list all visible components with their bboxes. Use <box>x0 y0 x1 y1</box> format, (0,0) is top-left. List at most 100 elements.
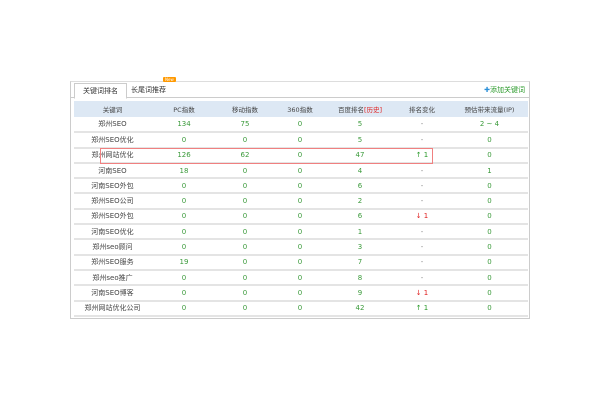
baidu-rank-cell: 6 <box>327 208 393 226</box>
mobile-index-cell: 0 <box>217 239 273 256</box>
keyword-cell: 河南SEO外包 <box>74 178 151 195</box>
mobile-index-cell: 0 <box>217 285 273 302</box>
360-index-cell: 0 <box>273 269 327 287</box>
table-row: 郑州seo顾问 0 0 0 3-0 <box>74 239 528 256</box>
360-index-cell: 0 <box>273 224 327 241</box>
column-header: 360指数 <box>273 101 327 117</box>
table-row: 郑州网站优化公司 0 0 0 42 ↑ 10 <box>74 300 528 317</box>
column-header: 关键词 <box>74 101 151 117</box>
highlighted-row-outline <box>100 148 433 164</box>
mobile-index-cell: 0 <box>217 300 273 317</box>
pc-index-cell: 0 <box>151 208 217 226</box>
360-index-cell: 0 <box>273 162 327 180</box>
rank-change-cell: - <box>393 224 451 241</box>
add-keyword-button[interactable]: ✚添加关键词 <box>484 85 525 95</box>
traffic-cell: 0 <box>451 208 528 226</box>
column-header-label: 移动指数 <box>232 106 258 114</box>
column-header-label: 排名变化 <box>409 106 435 114</box>
mobile-index-cell: 0 <box>217 224 273 241</box>
baidu-rank-cell: 3 <box>327 239 393 256</box>
pc-index-cell: 134 <box>151 117 217 134</box>
column-header: 百度排名[历史] <box>327 101 393 117</box>
table-row: 河南SEO优化 0 0 0 1-0 <box>74 224 528 241</box>
rank-change-cell: - <box>393 193 451 210</box>
column-header: 预估带来流量(IP) <box>451 101 528 117</box>
360-index-cell: 0 <box>273 254 327 271</box>
360-index-cell: 0 <box>273 117 327 134</box>
traffic-cell: 2 ~ 4 <box>451 117 528 134</box>
baidu-rank-cell: 5 <box>327 132 393 149</box>
mobile-index-cell: 0 <box>217 132 273 149</box>
360-index-cell: 0 <box>273 285 327 302</box>
history-link[interactable]: [历史] <box>364 106 382 114</box>
keyword-ranking-panel: 关键词排名 长尾词推荐 New ✚添加关键词 关键词 PC指数 移动指数 360指数 百… <box>70 77 530 319</box>
mobile-index-cell: 0 <box>217 208 273 226</box>
baidu-rank-cell: 4 <box>327 162 393 180</box>
pc-index-cell: 0 <box>151 300 217 317</box>
baidu-rank-cell: 2 <box>327 193 393 210</box>
add-keyword-label: 添加关键词 <box>490 86 525 94</box>
tab-bar: 关键词排名 长尾词推荐 New ✚添加关键词 <box>71 77 529 99</box>
keyword-cell: 郑州SEO外包 <box>74 208 151 226</box>
baidu-rank-cell: 7 <box>327 254 393 271</box>
pc-index-cell: 0 <box>151 224 217 241</box>
baidu-rank-cell: 9 <box>327 285 393 302</box>
rank-change-cell: - <box>393 117 451 134</box>
pc-index-cell: 0 <box>151 178 217 195</box>
rank-change-cell: - <box>393 132 451 149</box>
tab-longtail-recommend[interactable]: 长尾词推荐 <box>123 83 174 98</box>
table-row: 河南SEO博客 0 0 0 9 ↓ 10 <box>74 285 528 302</box>
traffic-cell: 0 <box>451 254 528 271</box>
pc-index-cell: 0 <box>151 193 217 210</box>
rank-change-cell: ↓ 1 <box>393 208 451 226</box>
rank-change-cell: - <box>393 269 451 287</box>
traffic-cell: 0 <box>451 224 528 241</box>
keyword-cell: 郑州SEO <box>74 117 151 134</box>
column-header-label: 预估带来流量(IP) <box>464 106 515 114</box>
mobile-index-cell: 0 <box>217 254 273 271</box>
rank-change-cell: - <box>393 239 451 256</box>
mobile-index-cell: 0 <box>217 269 273 287</box>
rank-change-cell: ↑ 1 <box>393 300 451 317</box>
traffic-cell: 0 <box>451 147 528 164</box>
pc-index-cell: 0 <box>151 239 217 256</box>
baidu-rank-cell: 5 <box>327 117 393 134</box>
keyword-cell: 郑州SEO优化 <box>74 132 151 149</box>
baidu-rank-cell: 1 <box>327 224 393 241</box>
traffic-cell: 0 <box>451 239 528 256</box>
keyword-cell: 郑州seo顾问 <box>74 239 151 256</box>
traffic-cell: 0 <box>451 300 528 317</box>
360-index-cell: 0 <box>273 208 327 226</box>
rank-change-cell: - <box>393 178 451 195</box>
tab-keyword-ranking[interactable]: 关键词排名 <box>74 83 127 99</box>
pc-index-cell: 0 <box>151 132 217 149</box>
baidu-rank-cell: 8 <box>327 269 393 287</box>
traffic-cell: 0 <box>451 193 528 210</box>
keyword-cell: 河南SEO优化 <box>74 224 151 241</box>
360-index-cell: 0 <box>273 132 327 149</box>
table-row: 郑州seo推广 0 0 0 8-0 <box>74 269 528 287</box>
table-row: 河南SEO 18 0 0 4-1 <box>74 162 528 180</box>
column-header: 移动指数 <box>217 101 273 117</box>
table-row: 郑州SEO公司 0 0 0 2-0 <box>74 193 528 210</box>
table-row: 郑州SEO优化 0 0 0 5-0 <box>74 132 528 149</box>
tab-label: 长尾词推荐 <box>131 86 166 94</box>
rank-change-cell: - <box>393 162 451 180</box>
mobile-index-cell: 75 <box>217 117 273 134</box>
column-header: PC指数 <box>151 101 217 117</box>
traffic-cell: 0 <box>451 285 528 302</box>
pc-index-cell: 0 <box>151 285 217 302</box>
column-header-label: PC指数 <box>173 106 195 114</box>
baidu-rank-cell: 42 <box>327 300 393 317</box>
column-header: 排名变化 <box>393 101 451 117</box>
360-index-cell: 0 <box>273 193 327 210</box>
keyword-cell: 郑州网站优化公司 <box>74 300 151 317</box>
mobile-index-cell: 0 <box>217 193 273 210</box>
rank-change-cell: ↓ 1 <box>393 285 451 302</box>
traffic-cell: 0 <box>451 178 528 195</box>
pc-index-cell: 18 <box>151 162 217 180</box>
column-header-label: 百度排名 <box>337 106 364 114</box>
rank-change-cell: - <box>393 254 451 271</box>
mobile-index-cell: 0 <box>217 178 273 195</box>
pc-index-cell: 0 <box>151 269 217 287</box>
